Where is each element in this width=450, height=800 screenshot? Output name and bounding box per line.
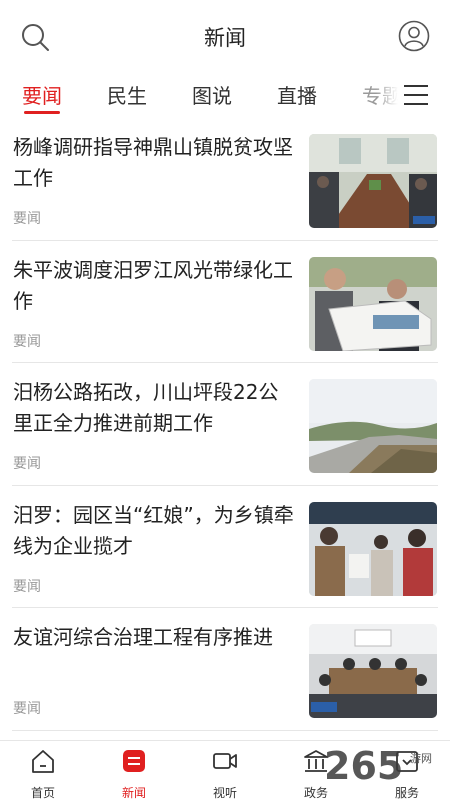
nav-news[interactable]: 新闻 <box>99 747 169 800</box>
nav-label: 首页 <box>30 786 55 800</box>
active-tab-indicator <box>24 111 60 114</box>
category-tabs: 要闻 民生 图说 直播 专题 <box>0 72 450 118</box>
news-item[interactable]: 汨罗：园区当“红娘”，为乡镇牵线为企业揽才 要闻 <box>12 486 438 608</box>
news-category-tag: 要闻 <box>13 333 41 350</box>
news-item[interactable]: 汨杨公路拓改，川山坪段22公里正全力推进前期工作 要闻 <box>12 363 438 486</box>
news-item[interactable]: 杨峰调研指导神鼎山镇脱贫攻坚工作 要闻 <box>12 118 438 241</box>
watermark-logo: 265 游网 <box>300 744 450 800</box>
watermark-side-text: 游网 <box>410 752 432 765</box>
nav-video[interactable]: 视听 <box>190 747 260 800</box>
tab-tushuo[interactable]: 图说 <box>192 80 232 109</box>
news-title: 杨峰调研指导神鼎山镇脱贫攻坚工作 <box>13 135 293 190</box>
menu-icon[interactable] <box>404 85 428 105</box>
news-list: 杨峰调研指导神鼎山镇脱贫攻坚工作 要闻 朱平波调度汨罗江风光带绿化工作 要闻 汨… <box>0 118 450 731</box>
news-thumbnail <box>309 501 437 596</box>
news-item[interactable]: 朱平波调度汨罗江风光带绿化工作 要闻 <box>12 241 438 363</box>
page-title: 新闻 <box>204 26 246 50</box>
nav-home[interactable]: 首页 <box>8 747 78 800</box>
news-thumbnail <box>309 624 437 718</box>
news-title: 汨杨公路拓改，川山坪段22公里正全力推进前期工作 <box>13 380 279 435</box>
home-icon <box>32 750 54 773</box>
news-thumbnail <box>309 256 437 351</box>
news-category-tag: 要闻 <box>13 456 41 472</box>
top-bar: 新闻 <box>0 0 450 72</box>
nav-label: 新闻 <box>121 786 146 800</box>
user-profile-icon[interactable] <box>398 20 430 52</box>
news-category-tag: 要闻 <box>13 578 41 595</box>
news-item[interactable]: 友谊河综合治理工程有序推进 要闻 <box>12 608 438 731</box>
news-thumbnail <box>309 134 437 228</box>
video-icon <box>213 753 237 769</box>
watermark-main-text: 265 <box>324 744 404 788</box>
news-title: 汨罗：园区当“红娘”，为乡镇牵线为企业揽才 <box>13 502 294 558</box>
news-category-tag: 要闻 <box>13 701 41 717</box>
news-thumbnail <box>309 379 437 473</box>
news-title: 友谊河综合治理工程有序推进 <box>13 625 273 649</box>
news-title: 朱平波调度汨罗江风光带绿化工作 <box>13 257 293 313</box>
news-icon <box>123 750 145 772</box>
tab-zhibo[interactable]: 直播 <box>277 80 317 109</box>
nav-label: 视听 <box>212 786 237 800</box>
tab-yaowen[interactable]: 要闻 <box>22 80 62 109</box>
tab-minsheng[interactable]: 民生 <box>107 80 147 109</box>
news-category-tag: 要闻 <box>13 211 41 227</box>
